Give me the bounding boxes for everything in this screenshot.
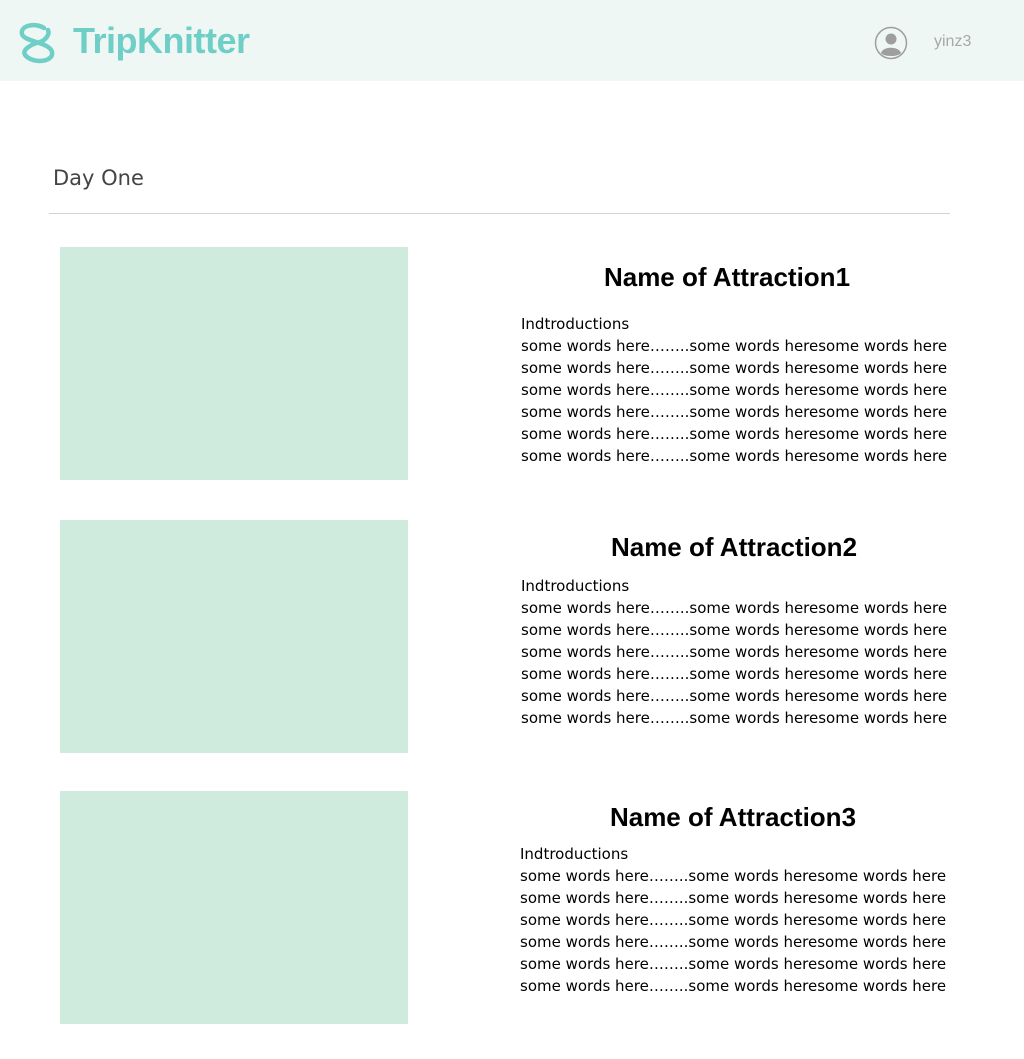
description-line: some words here……..some words heresome w… xyxy=(521,599,948,617)
logo-icon[interactable] xyxy=(14,20,60,66)
description-line: some words here……..some words heresome w… xyxy=(521,447,948,465)
brand-name[interactable]: TripKnitter xyxy=(73,20,250,62)
section-divider xyxy=(49,213,950,214)
attraction-image[interactable] xyxy=(60,247,408,480)
day-title: Day One xyxy=(53,166,144,190)
attraction-description: Indtroductions some words here……..some w… xyxy=(521,575,961,729)
attraction-description: Indtroductions some words here……..some w… xyxy=(521,313,961,467)
attraction-image[interactable] xyxy=(60,520,408,753)
description-line: some words here……..some words heresome w… xyxy=(521,359,948,377)
app-header: TripKnitter yinz3 xyxy=(0,0,1024,81)
description-line: some words here……..some words heresome w… xyxy=(521,425,948,443)
description-line: some words here……..some words heresome w… xyxy=(520,933,947,951)
user-avatar-icon[interactable] xyxy=(874,26,908,60)
attraction-title[interactable]: Name of Attraction3 xyxy=(513,802,953,833)
description-line: some words here……..some words heresome w… xyxy=(520,955,947,973)
description-line: some words here……..some words heresome w… xyxy=(521,709,948,727)
attraction-title[interactable]: Name of Attraction1 xyxy=(507,262,947,293)
description-line: some words here……..some words heresome w… xyxy=(520,889,947,907)
description-line: some words here……..some words heresome w… xyxy=(521,621,948,639)
attraction-title[interactable]: Name of Attraction2 xyxy=(514,532,954,563)
intro-label: Indtroductions xyxy=(520,845,629,863)
username-label[interactable]: yinz3 xyxy=(934,33,971,51)
intro-label: Indtroductions xyxy=(521,315,630,333)
description-line: some words here……..some words heresome w… xyxy=(521,403,948,421)
intro-label: Indtroductions xyxy=(521,577,630,595)
attraction-description: Indtroductions some words here……..some w… xyxy=(520,843,960,997)
description-line: some words here……..some words heresome w… xyxy=(520,977,947,995)
description-line: some words here……..some words heresome w… xyxy=(521,381,948,399)
description-line: some words here……..some words heresome w… xyxy=(521,337,948,355)
description-line: some words here……..some words heresome w… xyxy=(520,911,947,929)
description-line: some words here……..some words heresome w… xyxy=(521,643,948,661)
attraction-image[interactable] xyxy=(60,791,408,1024)
description-line: some words here……..some words heresome w… xyxy=(520,867,947,885)
description-line: some words here……..some words heresome w… xyxy=(521,687,948,705)
description-line: some words here……..some words heresome w… xyxy=(521,665,948,683)
